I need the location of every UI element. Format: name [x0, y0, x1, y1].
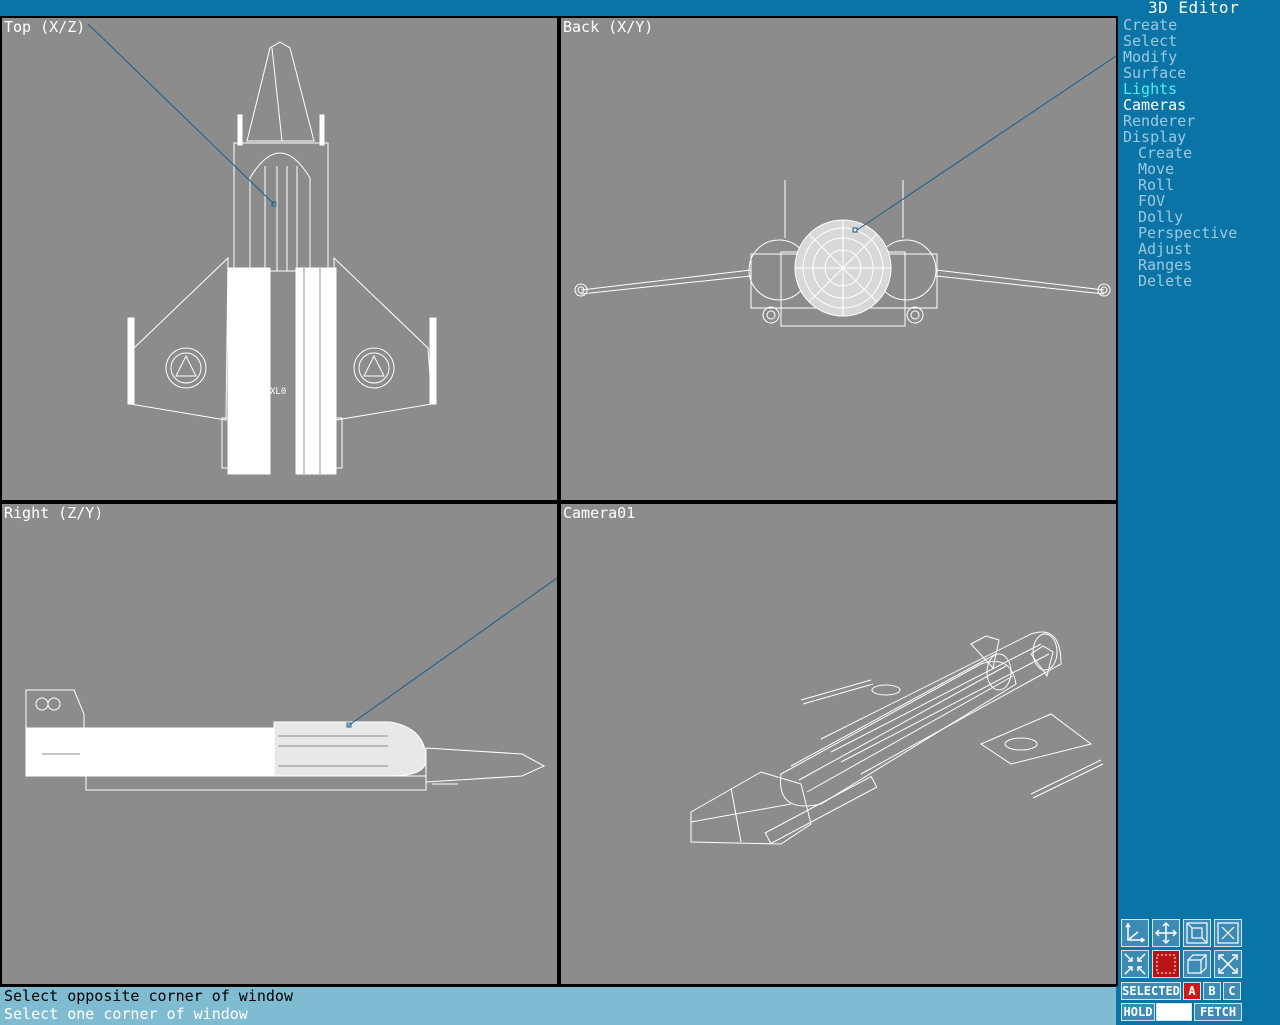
selection-set-a-button[interactable]: A: [1183, 982, 1201, 1000]
zoom-in-icon: [1124, 953, 1146, 975]
submenu-item-create[interactable]: Create: [1123, 145, 1273, 161]
zoom-window-icon: [1186, 922, 1208, 944]
menu-item-select[interactable]: Select: [1123, 33, 1273, 49]
submenu-item-delete[interactable]: Delete: [1123, 273, 1273, 289]
pan-button[interactable]: [1152, 919, 1180, 947]
hold-button[interactable]: HOLD: [1121, 1003, 1155, 1021]
viewport-label: Camera01: [563, 504, 636, 522]
side-menu: Create Select Modify Surface Lights Came…: [1123, 17, 1273, 289]
back-view-wireframe: [574, 55, 1116, 327]
menu-item-create[interactable]: Create: [1123, 17, 1273, 33]
viewport-label: Top (X/Z): [4, 18, 86, 36]
submenu-item-move[interactable]: Move: [1123, 161, 1273, 177]
selection-box-icon: [1156, 954, 1176, 974]
top-view-wireframe: XL0: [87, 23, 437, 475]
viewport-right[interactable]: Right (Z/Y): [0, 502, 559, 986]
zoom-window-button[interactable]: [1183, 919, 1211, 947]
viewport-back[interactable]: Back (X/Y): [559, 16, 1118, 502]
menu-item-cameras[interactable]: Cameras: [1123, 97, 1273, 113]
hold-indicator: [1156, 1003, 1192, 1021]
zoom-extents-icon: [1217, 922, 1239, 944]
viewport-label: Back (X/Y): [563, 18, 654, 36]
app-title: 3D Editor: [1148, 0, 1240, 17]
submenu-item-roll[interactable]: Roll: [1123, 177, 1273, 193]
selection-set-c-button[interactable]: C: [1223, 982, 1241, 1000]
zoom-extents-button[interactable]: [1214, 919, 1242, 947]
camera-view-wireframe: [690, 631, 1104, 845]
viewport-label: Right (Z/Y): [4, 504, 104, 522]
submenu-item-fov[interactable]: FOV: [1123, 193, 1273, 209]
viewport-camera[interactable]: Camera01: [559, 502, 1118, 986]
selection-set-b-button[interactable]: B: [1203, 982, 1221, 1000]
svg-text:XL0: XL0: [270, 387, 286, 397]
fetch-button[interactable]: FETCH: [1194, 1003, 1242, 1021]
right-view-wireframe: [25, 577, 557, 791]
menu-item-lights[interactable]: Lights: [1123, 81, 1273, 97]
submenu-item-ranges[interactable]: Ranges: [1123, 257, 1273, 273]
move-arrows-icon: [1154, 921, 1178, 945]
cube-icon: [1187, 954, 1208, 974]
selected-label: SELECTED: [1121, 982, 1181, 1000]
status-prompt: Select opposite corner of window: [4, 987, 293, 1005]
status-bar: Select opposite corner of window Select …: [0, 986, 1116, 1025]
viewport-top[interactable]: Top (X/Z) XL0: [0, 16, 559, 502]
status-previous-prompt: Select one corner of window: [4, 1005, 248, 1023]
view-cube-button[interactable]: [1183, 950, 1211, 978]
submenu-item-dolly[interactable]: Dolly: [1123, 209, 1273, 225]
selection-toggle-button[interactable]: [1152, 950, 1180, 978]
menu-item-renderer[interactable]: Renderer: [1123, 113, 1273, 129]
menu-item-surface[interactable]: Surface: [1123, 65, 1273, 81]
submenu-item-perspective[interactable]: Perspective: [1123, 225, 1273, 241]
menu-item-modify[interactable]: Modify: [1123, 49, 1273, 65]
title-bar: 3D Editor: [0, 0, 1280, 17]
menu-item-display[interactable]: Display: [1123, 129, 1273, 145]
axis-constraint-button[interactable]: [1121, 919, 1149, 947]
zoom-out-button[interactable]: [1214, 950, 1242, 978]
submenu-item-adjust[interactable]: Adjust: [1123, 241, 1273, 257]
zoom-out-icon: [1218, 954, 1238, 974]
axis-icon: [1125, 922, 1146, 943]
zoom-in-button[interactable]: [1121, 950, 1149, 978]
